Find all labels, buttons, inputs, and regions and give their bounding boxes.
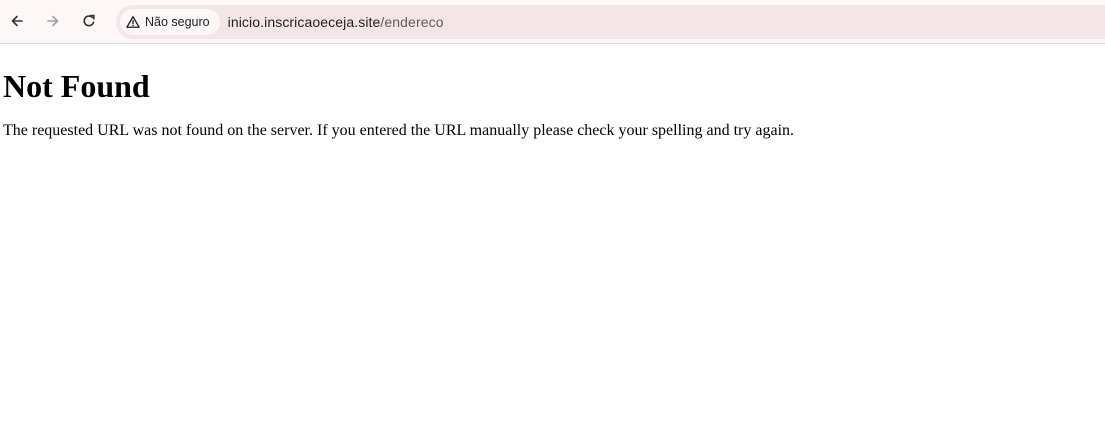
url-text[interactable]: inicio.inscricaoeceja.site/endereco [228,14,444,30]
url-host: inicio.inscricaoeceja.site [227,14,381,30]
error-message: The requested URL was not found on the s… [3,122,795,140]
browser-toolbar: Não seguro inicio.inscricaoeceja.site/en… [0,0,1105,44]
arrow-right-icon [47,15,59,27]
security-indicator[interactable]: Não seguro [120,9,220,35]
back-button[interactable] [3,7,31,35]
page-content: Not Found The requested URL was not foun… [0,44,1105,144]
security-label: Não seguro [145,15,210,29]
url-path: /endereco [380,14,444,30]
reload-button[interactable] [75,7,103,35]
arrow-left-icon [11,15,23,27]
reload-icon [83,14,95,27]
address-bar[interactable]: Não seguro inicio.inscricaoeceja.site/en… [116,5,1105,39]
warning-triangle-icon [126,16,140,28]
forward-button[interactable] [39,7,67,35]
page-title: Not Found [3,68,150,104]
